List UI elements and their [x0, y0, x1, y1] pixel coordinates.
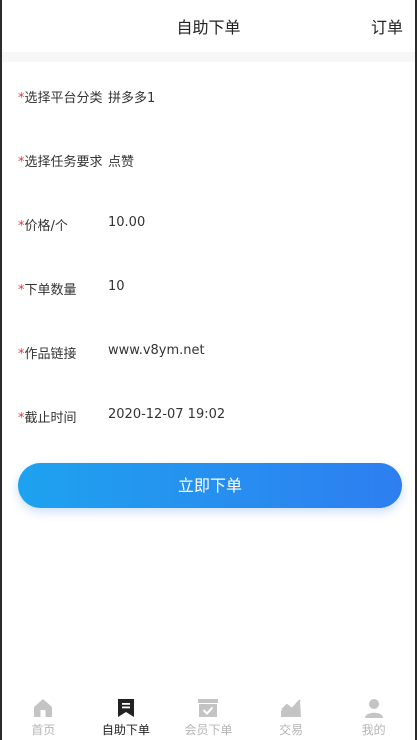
- orders-link[interactable]: 订单: [371, 14, 403, 38]
- app-frame: 自助下单 订单 *选择平台分类 拼多多1 *选择任务要求 点赞 *价格/个 10…: [2, 0, 415, 740]
- tab-home[interactable]: 首页: [2, 695, 85, 740]
- trend-chart-icon: [281, 699, 302, 717]
- tab-mine[interactable]: 我的: [332, 695, 415, 740]
- page-title: 自助下单: [176, 18, 241, 37]
- header-divider: [2, 52, 415, 62]
- tab-label: 会员下单: [184, 723, 233, 737]
- tab-self-order[interactable]: 自助下单: [85, 695, 168, 740]
- tab-label: 交易: [279, 723, 304, 737]
- field-label: *选择任务要求: [18, 155, 103, 170]
- tab-label: 首页: [31, 723, 56, 737]
- field-label: *截止时间: [18, 411, 77, 426]
- field-value[interactable]: 2020-12-07 19:02: [108, 407, 225, 422]
- field-label: *下单数量: [18, 283, 77, 298]
- tab-label: 自助下单: [101, 723, 150, 737]
- field-label: *价格/个: [18, 219, 68, 234]
- user-icon: [364, 699, 383, 718]
- header-bar: 自助下单 订单: [2, 0, 415, 52]
- field-value[interactable]: 10: [108, 279, 125, 294]
- field-value: 10.00: [108, 215, 146, 230]
- field-value[interactable]: www.v8ym.net: [108, 343, 205, 358]
- home-icon: [34, 699, 53, 717]
- field-value[interactable]: 拼多多1: [108, 87, 155, 106]
- tab-member-order[interactable]: 会员下单: [167, 695, 250, 740]
- field-label: *选择平台分类: [18, 91, 103, 106]
- tab-trade[interactable]: 交易: [250, 695, 333, 740]
- submit-order-button[interactable]: 立即下单: [18, 463, 402, 508]
- bottom-tab-bar: 首页 自助下单 会员下单 交易 我的: [2, 695, 415, 740]
- bookmark-icon: [117, 699, 134, 717]
- field-label: *作品链接: [18, 347, 77, 362]
- field-value[interactable]: 点赞: [108, 151, 134, 170]
- checkbox-card-icon: [198, 699, 219, 717]
- tab-label: 我的: [361, 723, 386, 737]
